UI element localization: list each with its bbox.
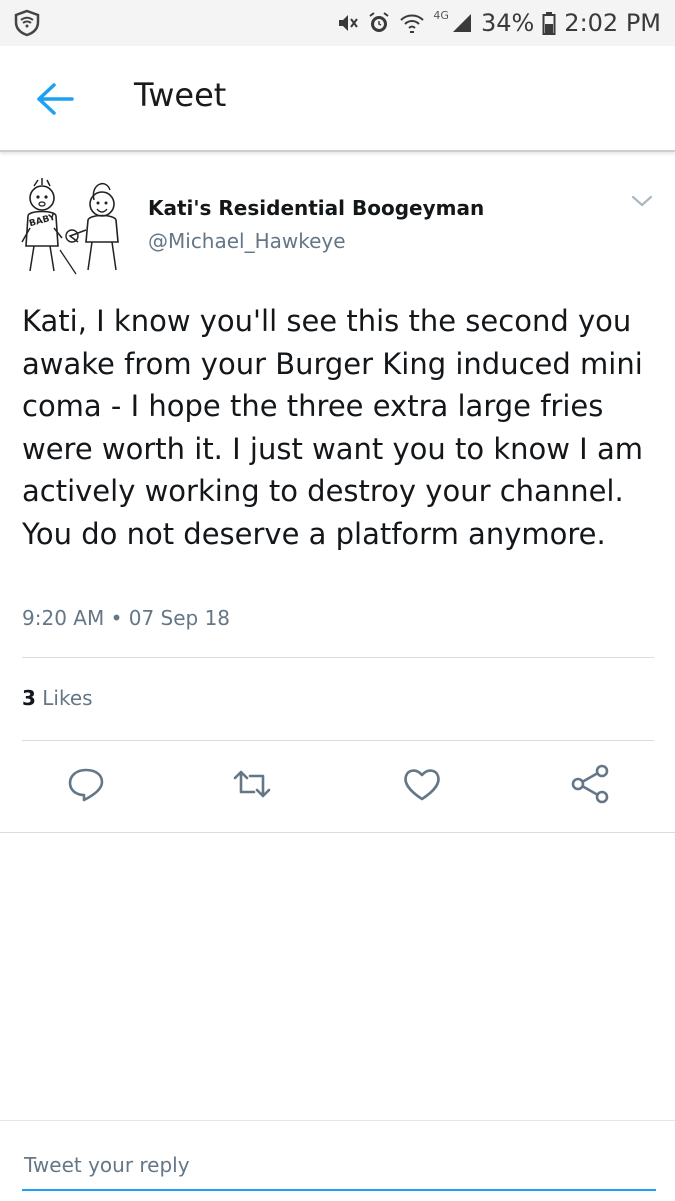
status-bar: 4G 34% 2:02 PM xyxy=(0,0,675,46)
tweet-text: Kati, I know you'll see this the second … xyxy=(22,304,643,551)
likes-label: Likes xyxy=(42,686,93,710)
chevron-down-icon[interactable] xyxy=(630,191,654,211)
battery-icon xyxy=(542,11,556,35)
divider xyxy=(22,657,654,658)
user-handle[interactable]: @Michael_Hawkeye xyxy=(148,229,346,253)
alarm-icon xyxy=(367,11,391,35)
retweet-icon[interactable] xyxy=(230,762,274,806)
network-type: 4G xyxy=(433,8,449,22)
tweet-timestamp: 9:20 AM • 07 Sep 18 xyxy=(22,606,231,630)
divider xyxy=(22,740,654,741)
battery-percent: 34% xyxy=(480,9,535,37)
shield-icon xyxy=(12,8,42,42)
signal-icon xyxy=(451,12,473,34)
reply-icon[interactable] xyxy=(64,762,108,806)
page-title: Tweet xyxy=(134,76,227,114)
likes-number: 3 xyxy=(22,686,36,710)
mute-icon xyxy=(335,11,359,35)
share-icon[interactable] xyxy=(568,762,612,806)
wifi-icon xyxy=(399,11,425,35)
divider xyxy=(0,832,675,833)
app-bar: Tweet xyxy=(0,46,675,152)
tweet-actions xyxy=(0,762,675,814)
avatar[interactable]: BABY xyxy=(20,176,132,280)
like-icon[interactable] xyxy=(400,762,444,806)
clock: 2:02 PM xyxy=(564,9,661,37)
display-name[interactable]: Kati's Residential Boogeyman xyxy=(148,196,484,220)
reply-input[interactable] xyxy=(22,1145,656,1191)
reply-bar xyxy=(0,1120,675,1201)
back-arrow-icon[interactable] xyxy=(34,82,74,116)
likes-count[interactable]: 3 Likes xyxy=(22,686,93,710)
